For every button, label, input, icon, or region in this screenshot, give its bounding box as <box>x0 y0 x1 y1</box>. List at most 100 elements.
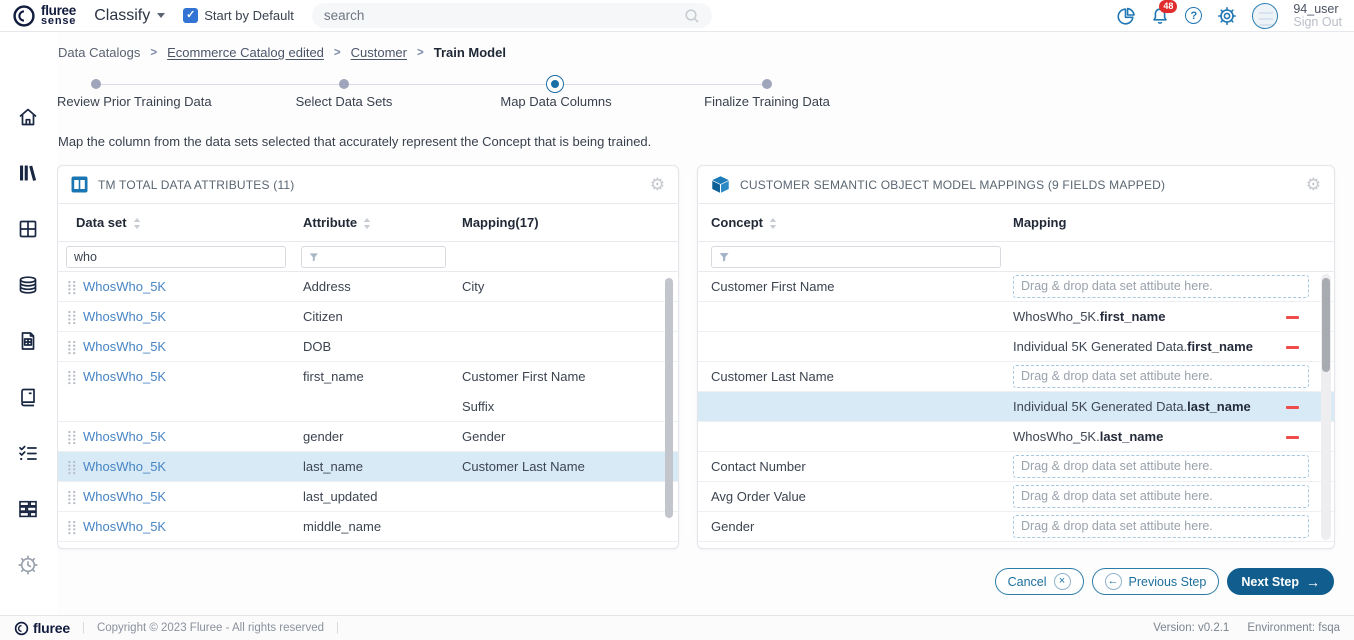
sidebar-item-library[interactable] <box>15 160 41 186</box>
scrollbar-thumb[interactable] <box>665 278 673 518</box>
sidebar-item-settings-history[interactable] <box>15 552 41 578</box>
dataset-link[interactable]: WhosWho_5K <box>83 422 166 452</box>
mapping-dropzone[interactable]: Drag & drop data set attibute here. <box>1013 365 1309 388</box>
classify-app-dropdown[interactable]: Classify <box>94 7 165 25</box>
mapping-dropzone[interactable]: Drag & drop data set attibute here. <box>1013 485 1309 508</box>
remove-mapping-button[interactable] <box>1286 436 1299 439</box>
attribute-row[interactable]: WhosWho_5KAddressCity <box>58 272 678 302</box>
cancel-label: Cancel <box>1008 575 1047 589</box>
help-icon[interactable]: ? <box>1185 7 1202 24</box>
attribute-row[interactable]: WhosWho_5KgenderGender <box>58 422 678 452</box>
gear-icon[interactable] <box>1217 6 1237 26</box>
mapping-row[interactable]: Customer Last NameDrag & drop data set a… <box>698 362 1334 392</box>
mapping-dropzone[interactable]: Drag & drop data set attibute here. <box>1013 275 1309 298</box>
mapping-row[interactable]: Individual 5K Generated Data.first_name <box>698 332 1334 362</box>
remove-mapping-button[interactable] <box>1286 406 1299 409</box>
breadcrumb-customer-link[interactable]: Customer <box>351 45 407 60</box>
attribute-label: last_name <box>303 452 363 482</box>
cancel-button[interactable]: Cancel × <box>995 568 1084 595</box>
remove-mapping-button[interactable] <box>1286 316 1299 319</box>
drag-handle-icon[interactable] <box>67 310 77 325</box>
sidebar-item-home[interactable] <box>15 104 41 130</box>
start-by-default-checkbox[interactable]: ✓ Start by Default <box>183 8 294 23</box>
mapping-row[interactable]: Contact NumberDrag & drop data set attib… <box>698 452 1334 482</box>
mapping-row[interactable]: Individual 5K Generated Data.last_name <box>698 392 1334 422</box>
previous-step-button[interactable]: ← Previous Step <box>1092 568 1220 595</box>
column-header-concept[interactable]: Concept <box>711 204 777 242</box>
sidebar-item-bricks[interactable] <box>15 496 41 522</box>
drag-handle-icon[interactable] <box>67 280 77 295</box>
library-icon <box>16 161 40 185</box>
attribute-row[interactable]: WhosWho_5KCitizen <box>58 302 678 332</box>
attribute-row[interactable]: WhosWho_5Kmiddle_name <box>58 512 678 542</box>
drag-handle-icon[interactable] <box>67 370 77 385</box>
column-header-attribute[interactable]: Attribute <box>303 204 371 242</box>
attribute-row[interactable]: WhosWho_5Kfirst_nameCustomer First NameS… <box>58 362 678 422</box>
sidebar-item-grid[interactable] <box>15 216 41 242</box>
mapping-row[interactable]: WhosWho_5K.first_name <box>698 302 1334 332</box>
mapping-dropzone[interactable]: Drag & drop data set attibute here. <box>1013 455 1309 478</box>
search-bar[interactable] <box>312 3 712 28</box>
notifications-button[interactable]: 48 <box>1150 6 1170 26</box>
sidebar-item-data-file[interactable] <box>15 328 41 354</box>
attributes-table-body: WhosWho_5KAddressCityWhosWho_5KCitizenWh… <box>58 272 678 548</box>
attribute-row[interactable]: WhosWho_5KDOB <box>58 332 678 362</box>
fluree-sense-logo[interactable]: fluree sense <box>12 4 76 28</box>
step-label-2: Select Data Sets <box>296 94 393 109</box>
drag-handle-icon[interactable] <box>67 490 77 505</box>
mapping-label: City <box>462 272 484 302</box>
step-dot-2[interactable] <box>339 79 349 89</box>
remove-mapping-button[interactable] <box>1286 346 1299 349</box>
dataset-link[interactable]: WhosWho_5K <box>83 272 166 302</box>
breadcrumb-data-catalogs[interactable]: Data Catalogs <box>58 45 140 60</box>
pie-chart-icon[interactable] <box>1115 6 1135 26</box>
step-dot-4[interactable] <box>762 79 772 89</box>
topbar-actions: 48 ? 94_user Sign Out <box>1115 3 1342 29</box>
concept-filter[interactable] <box>711 246 1001 268</box>
footer: fluree | Copyright © 2023 Fluree - All r… <box>0 615 1354 640</box>
panel-settings-gear-icon[interactable]: ⚙ <box>650 176 665 193</box>
concept-filter-input[interactable] <box>735 250 993 264</box>
dataset-link[interactable]: WhosWho_5K <box>83 332 166 362</box>
drag-handle-icon[interactable] <box>67 460 77 475</box>
dataset-link[interactable]: WhosWho_5K <box>83 482 166 512</box>
avatar[interactable] <box>1252 3 1278 29</box>
mapping-row[interactable]: WhosWho_5K.last_name <box>698 422 1334 452</box>
attribute-filter-input[interactable] <box>325 250 438 264</box>
dataset-link[interactable]: WhosWho_5K <box>83 302 166 332</box>
drag-handle-icon[interactable] <box>67 430 77 445</box>
scrollbar-track[interactable] <box>1321 274 1331 540</box>
next-step-label: Next Step <box>1241 575 1299 589</box>
mapping-row[interactable]: GenderDrag & drop data set attibute here… <box>698 512 1334 542</box>
concept-label: Avg Order Value <box>711 482 806 512</box>
mapping-dropzone[interactable]: Drag & drop data set attibute here. <box>1013 515 1309 538</box>
dataset-filter-input[interactable] <box>74 250 278 264</box>
dataset-link[interactable]: WhosWho_5K <box>83 452 166 482</box>
sidebar-item-checklist[interactable] <box>15 440 41 466</box>
next-step-button[interactable]: Next Step → <box>1227 568 1334 595</box>
step-dot-1[interactable] <box>91 79 101 89</box>
attribute-row[interactable]: WhosWho_5Klast_nameCustomer Last Name <box>58 452 678 482</box>
column-header-dataset[interactable]: Data set <box>76 204 141 242</box>
mapping-row[interactable]: Avg Order Value Drag & drop data set atti… <box>698 482 1334 512</box>
panel-settings-gear-icon[interactable]: ⚙ <box>1306 176 1321 193</box>
user-menu[interactable]: 94_user Sign Out <box>1293 3 1342 29</box>
dataset-link[interactable]: WhosWho_5K <box>83 362 166 392</box>
dataset-link[interactable]: WhosWho_5K <box>83 512 166 542</box>
drag-handle-icon[interactable] <box>67 520 77 535</box>
sort-icon <box>133 218 141 229</box>
mapping-row[interactable]: Customer First NameDrag & drop data set … <box>698 272 1334 302</box>
mappings-filter-row <box>698 242 1334 272</box>
sign-out-link[interactable]: Sign Out <box>1293 16 1342 29</box>
step-dot-3-active[interactable] <box>551 80 559 88</box>
search-input[interactable] <box>324 8 676 23</box>
home-icon <box>16 105 40 129</box>
scrollbar-thumb[interactable] <box>1322 278 1330 372</box>
attribute-filter[interactable] <box>301 246 446 268</box>
attribute-row[interactable]: WhosWho_5Klast_updated <box>58 482 678 512</box>
drag-handle-icon[interactable] <box>67 340 77 355</box>
breadcrumb-catalog-link[interactable]: Ecommerce Catalog edited <box>167 45 324 60</box>
sidebar-item-database[interactable] <box>15 272 41 298</box>
dataset-filter[interactable] <box>66 246 286 268</box>
sidebar-item-book[interactable] <box>15 384 41 410</box>
